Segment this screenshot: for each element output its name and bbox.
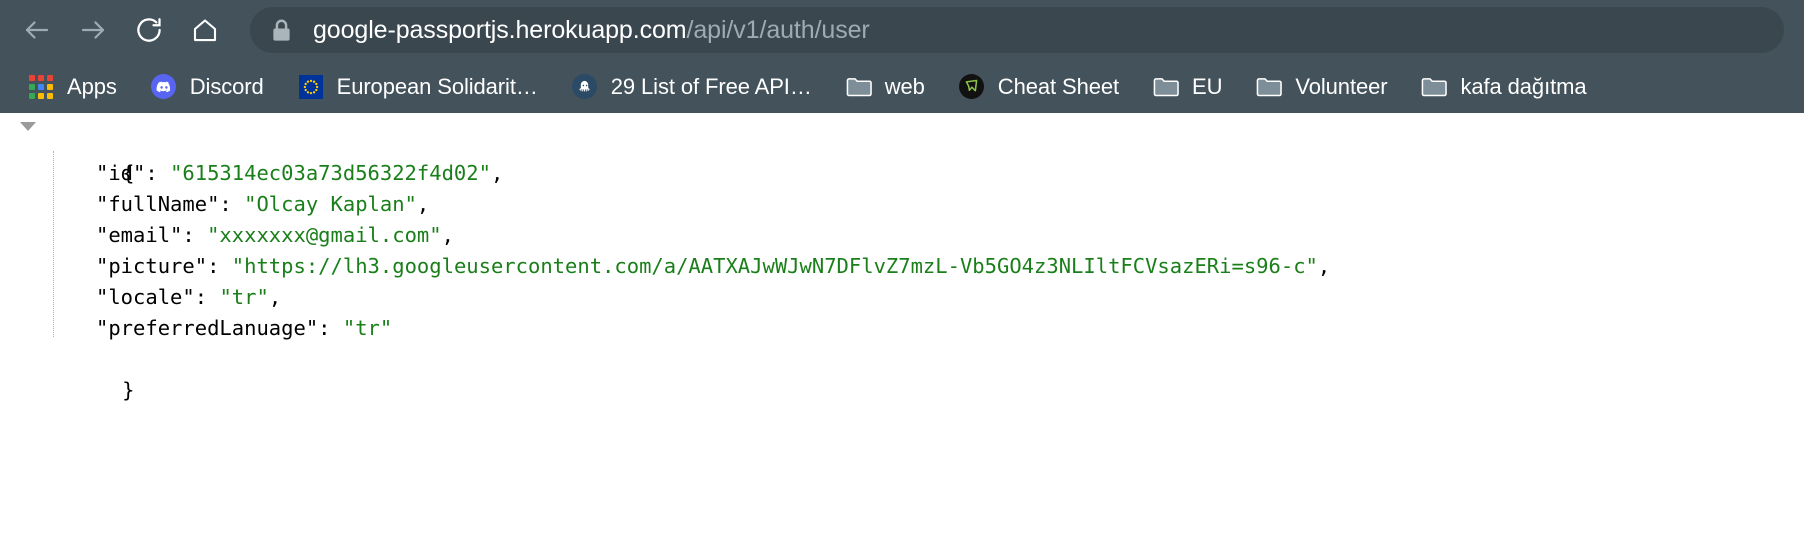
json-separator: : bbox=[194, 285, 220, 309]
json-comma: , bbox=[416, 192, 430, 216]
json-value: "tr" bbox=[342, 316, 393, 340]
forward-button[interactable] bbox=[70, 7, 116, 53]
bookmark-folder-volunteer[interactable]: Volunteer bbox=[1246, 67, 1397, 107]
json-property-preferredlanuage: "preferredLanuage": "tr" bbox=[0, 313, 1804, 344]
bookmark-folder-kafa-dagitma[interactable]: kafa dağıtma bbox=[1411, 67, 1596, 107]
bookmark-label: 29 List of Free API… bbox=[610, 73, 812, 99]
home-button[interactable] bbox=[182, 7, 228, 53]
json-value: "https://lh3.googleusercontent.com/a/AAT… bbox=[231, 254, 1318, 278]
bookmark-label: web bbox=[884, 73, 925, 99]
json-separator: : bbox=[219, 192, 245, 216]
json-value: "xxxxxxx@gmail.com" bbox=[207, 223, 442, 247]
page-content: { "id": "615314ec03a73d56322f4d02", "ful… bbox=[0, 113, 1804, 540]
bookmark-label: kafa dağıtma bbox=[1460, 73, 1587, 99]
folder-icon bbox=[1153, 74, 1179, 100]
apps-grid-icon bbox=[28, 74, 54, 100]
json-key: "fullName" bbox=[96, 192, 220, 216]
json-viewer: { "id": "615314ec03a73d56322f4d02", "ful… bbox=[0, 113, 1804, 402]
browser-toolbar: google-passportjs.herokuapp.com/api/v1/a… bbox=[0, 0, 1804, 60]
folder-icon bbox=[1421, 74, 1448, 100]
json-property-picture: "picture": "https://lh3.googleuserconten… bbox=[0, 251, 1804, 282]
url-path: /api/v1/auth/user bbox=[686, 15, 870, 44]
bookmarks-bar: Apps Discord European Solidarit… 29 List… bbox=[0, 60, 1804, 113]
bookmark-discord[interactable]: Discord bbox=[141, 67, 274, 107]
address-bar[interactable]: google-passportjs.herokuapp.com/api/v1/a… bbox=[250, 7, 1784, 53]
lock-icon bbox=[272, 19, 291, 42]
reload-icon bbox=[134, 15, 164, 45]
json-open-brace: { bbox=[0, 127, 1804, 185]
discord-icon bbox=[151, 74, 177, 100]
json-key: "picture" bbox=[96, 254, 208, 278]
bookmark-european-solidarity[interactable]: European Solidarit… bbox=[288, 67, 548, 107]
cheat-sheet-icon bbox=[959, 74, 985, 100]
bookmark-folder-web[interactable]: web bbox=[836, 67, 935, 107]
json-separator: : bbox=[207, 254, 232, 278]
browser-chrome: google-passportjs.herokuapp.com/api/v1/a… bbox=[0, 0, 1804, 113]
address-bar-url: google-passportjs.herokuapp.com/api/v1/a… bbox=[313, 16, 870, 45]
json-property-fullname: "fullName": "Olcay Kaplan", bbox=[0, 189, 1804, 220]
bookmark-folder-eu[interactable]: EU bbox=[1143, 67, 1232, 107]
bookmark-free-apis[interactable]: 29 List of Free API… bbox=[562, 67, 822, 107]
bookmark-label: Volunteer bbox=[1295, 73, 1388, 99]
json-property-id: "id": "615314ec03a73d56322f4d02", bbox=[0, 158, 1804, 189]
json-separator: : bbox=[145, 161, 171, 185]
json-key: "email" bbox=[96, 223, 183, 247]
close-brace-text: } bbox=[122, 378, 135, 402]
folder-icon bbox=[1256, 74, 1283, 100]
json-separator: : bbox=[182, 223, 208, 247]
bookmark-apps[interactable]: Apps bbox=[18, 67, 127, 107]
json-property-locale: "locale": "tr", bbox=[0, 282, 1804, 313]
folder-icon bbox=[846, 74, 872, 100]
home-icon bbox=[190, 15, 220, 45]
json-comma: , bbox=[1317, 254, 1331, 278]
json-value: "Olcay Kaplan" bbox=[244, 192, 417, 216]
json-property-email: "email": "xxxxxxx@gmail.com", bbox=[0, 220, 1804, 251]
json-comma: , bbox=[268, 285, 282, 309]
forward-arrow-icon bbox=[78, 15, 108, 45]
json-close-brace: } bbox=[0, 344, 1804, 402]
json-separator: : bbox=[318, 316, 343, 340]
json-key: "id" bbox=[96, 161, 146, 185]
json-comma: , bbox=[441, 223, 454, 247]
json-value: "615314ec03a73d56322f4d02" bbox=[170, 161, 491, 185]
json-value: "tr" bbox=[219, 285, 269, 309]
bookmark-label: Discord bbox=[189, 73, 264, 99]
bookmark-cheat-sheet[interactable]: Cheat Sheet bbox=[949, 67, 1129, 107]
back-button[interactable] bbox=[14, 7, 60, 53]
url-host: google-passportjs.herokuapp.com bbox=[313, 15, 687, 44]
octopus-icon bbox=[572, 74, 598, 100]
bookmark-label: Cheat Sheet bbox=[997, 73, 1120, 99]
reload-button[interactable] bbox=[126, 7, 172, 53]
bookmark-label: European Solidarit… bbox=[336, 73, 538, 99]
json-comma: , bbox=[490, 161, 504, 185]
back-arrow-icon bbox=[22, 15, 52, 45]
european-union-icon bbox=[298, 74, 324, 100]
json-key: "locale" bbox=[96, 285, 195, 309]
bookmark-label: Apps bbox=[67, 73, 117, 99]
json-key: "preferredLanuage" bbox=[96, 316, 319, 340]
bookmark-label: EU bbox=[1192, 73, 1223, 99]
